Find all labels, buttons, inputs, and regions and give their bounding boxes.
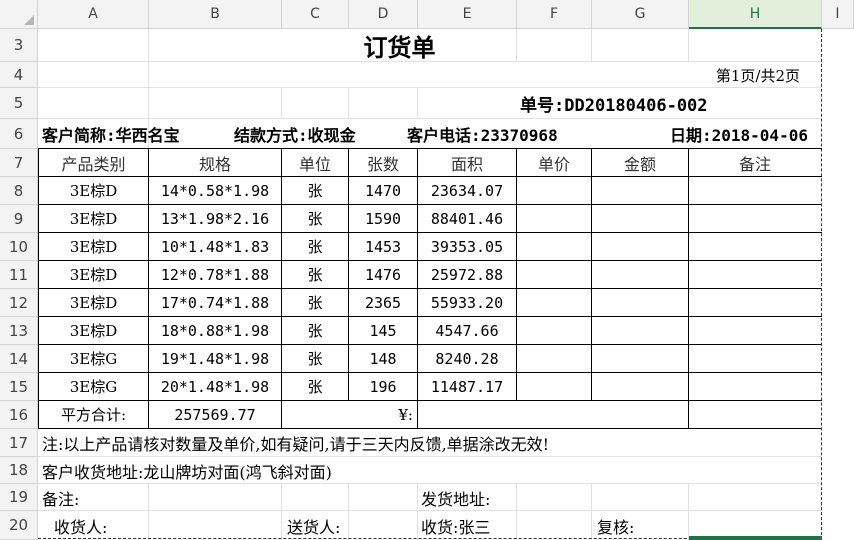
column-header-bar: A B C D E F G H I — [0, 0, 854, 29]
row-header[interactable]: 6 — [0, 119, 38, 149]
cell-spec[interactable]: 14*0.58*1.98 — [149, 177, 281, 204]
header-cell: 产品类别 — [61, 154, 126, 174]
row-header[interactable]: 14 — [0, 345, 38, 373]
cell-spec[interactable]: 13*1.98*2.16 — [149, 205, 281, 232]
cell-quantity[interactable]: 1476 — [349, 261, 417, 288]
row-header[interactable]: 8 — [0, 177, 38, 205]
cell-category[interactable]: 3E棕G — [39, 345, 148, 372]
cell-quantity[interactable]: 145 — [349, 317, 417, 344]
row-header[interactable]: 9 — [0, 205, 38, 233]
note-text: 注:以上产品请核对数量及单价,如有疑问,请于三天内反馈,单据涂改无效! — [42, 435, 550, 454]
cell-unit[interactable]: 张 — [282, 177, 348, 204]
cell-category[interactable]: 3E棕G — [39, 373, 148, 400]
cell-spec[interactable]: 12*0.78*1.88 — [149, 261, 281, 288]
header-cell: 面积 — [450, 154, 483, 174]
header-cell: 备注 — [738, 154, 771, 174]
row-header[interactable]: 12 — [0, 289, 38, 317]
row-header[interactable]: 20 — [0, 511, 38, 540]
row-header[interactable]: 13 — [0, 317, 38, 345]
column-header-a[interactable]: A — [38, 0, 149, 29]
row-header[interactable]: 3 — [0, 29, 38, 62]
header-cell: 单价 — [537, 154, 570, 174]
page-title: 订货单 — [363, 33, 436, 62]
page-info: 第1页/共2页 — [715, 66, 800, 85]
row-header[interactable]: 4 — [0, 62, 38, 88]
column-header-b[interactable]: B — [149, 0, 282, 29]
cell-area[interactable]: 25972.88 — [418, 261, 516, 288]
selected-cell-indicator[interactable] — [689, 536, 822, 540]
cell-quantity[interactable]: 196 — [349, 373, 417, 400]
header-cell: 单位 — [298, 154, 331, 174]
column-header-h[interactable]: H — [689, 0, 822, 29]
customer-phone: 客户电话:23370968 — [407, 126, 558, 145]
total-label: 平方合计: — [60, 406, 127, 424]
cell-spec[interactable]: 20*1.48*1.98 — [149, 373, 281, 400]
cell-spec[interactable]: 19*1.48*1.98 — [149, 345, 281, 372]
row-header[interactable]: 16 — [0, 401, 38, 429]
cell-unit[interactable]: 张 — [282, 289, 348, 316]
cell-category[interactable]: 3E棕D — [39, 261, 148, 288]
row-header[interactable]: 11 — [0, 261, 38, 289]
cell-area[interactable]: 23634.07 — [418, 177, 516, 204]
header-cell: 金额 — [623, 154, 656, 174]
cell-spec[interactable]: 18*0.88*1.98 — [149, 317, 281, 344]
receipt-label: 收货:张三 — [421, 517, 491, 537]
cell-quantity[interactable]: 148 — [349, 345, 417, 372]
cell-unit[interactable]: 张 — [282, 317, 348, 344]
row-header[interactable]: 17 — [0, 429, 38, 457]
payment-method: 结款方式:收现金 — [234, 126, 356, 145]
column-header-f[interactable]: F — [517, 0, 592, 29]
column-header-i[interactable]: I — [822, 0, 854, 29]
cell-spec[interactable]: 17*0.74*1.88 — [149, 289, 281, 316]
cell-unit[interactable]: 张 — [282, 345, 348, 372]
cell-quantity[interactable]: 2365 — [349, 289, 417, 316]
deliverer-label: 送货人: — [287, 517, 341, 537]
cell-area[interactable]: 55933.20 — [418, 289, 516, 316]
cell-category[interactable]: 3E棕D — [39, 205, 148, 232]
order-number: 单号:DD20180406-002 — [520, 96, 708, 116]
cell-spec[interactable]: 10*1.48*1.83 — [149, 233, 281, 260]
total-value[interactable]: 257569.77 — [149, 401, 281, 428]
cell-category[interactable]: 3E棕D — [39, 233, 148, 260]
column-header-e[interactable]: E — [418, 0, 517, 29]
cell-area[interactable]: 88401.46 — [418, 205, 516, 232]
page-break-line — [821, 29, 822, 540]
cell-category[interactable]: 3E棕D — [39, 177, 148, 204]
select-all-corner[interactable] — [0, 0, 38, 29]
column-header-d[interactable]: D — [349, 0, 418, 29]
column-header-g[interactable]: G — [592, 0, 689, 29]
select-all-triangle-icon — [24, 15, 34, 25]
currency-label: ¥: — [398, 405, 413, 424]
cell-quantity[interactable]: 1590 — [349, 205, 417, 232]
column-header-c[interactable]: C — [282, 0, 349, 29]
ship-address-label: 发货地址: — [421, 489, 491, 509]
row-header[interactable]: 15 — [0, 373, 38, 401]
cell-area[interactable]: 4547.66 — [418, 317, 516, 344]
order-date: 日期:2018-04-06 — [670, 126, 808, 145]
delivery-address: 客户收货地址:龙山牌坊对面(鸿飞斜对面) — [42, 462, 332, 482]
row-header[interactable]: 10 — [0, 233, 38, 261]
cell-area[interactable]: 8240.28 — [418, 345, 516, 372]
customer-name: 客户简称:华西名宝 — [42, 126, 180, 145]
row-header[interactable]: 7 — [0, 149, 38, 177]
cell-unit[interactable]: 张 — [282, 373, 348, 400]
receiver-label: 收货人: — [54, 517, 108, 537]
row-header[interactable]: 5 — [0, 88, 38, 119]
remark-label: 备注: — [42, 489, 80, 509]
row-header[interactable]: 18 — [0, 457, 38, 484]
cell-unit[interactable]: 张 — [282, 233, 348, 260]
cell-category[interactable]: 3E棕D — [39, 317, 148, 344]
header-cell: 规格 — [198, 154, 231, 174]
cell-category[interactable]: 3E棕D — [39, 289, 148, 316]
cell-area[interactable]: 11487.17 — [418, 373, 516, 400]
cell-area[interactable]: 39353.05 — [418, 233, 516, 260]
row-header[interactable]: 19 — [0, 484, 38, 511]
cell-unit[interactable]: 张 — [282, 205, 348, 232]
review-label: 复核: — [597, 517, 635, 537]
cell-unit[interactable]: 张 — [282, 261, 348, 288]
cell-quantity[interactable]: 1453 — [349, 233, 417, 260]
header-cell: 张数 — [366, 154, 399, 174]
cell-quantity[interactable]: 1470 — [349, 177, 417, 204]
